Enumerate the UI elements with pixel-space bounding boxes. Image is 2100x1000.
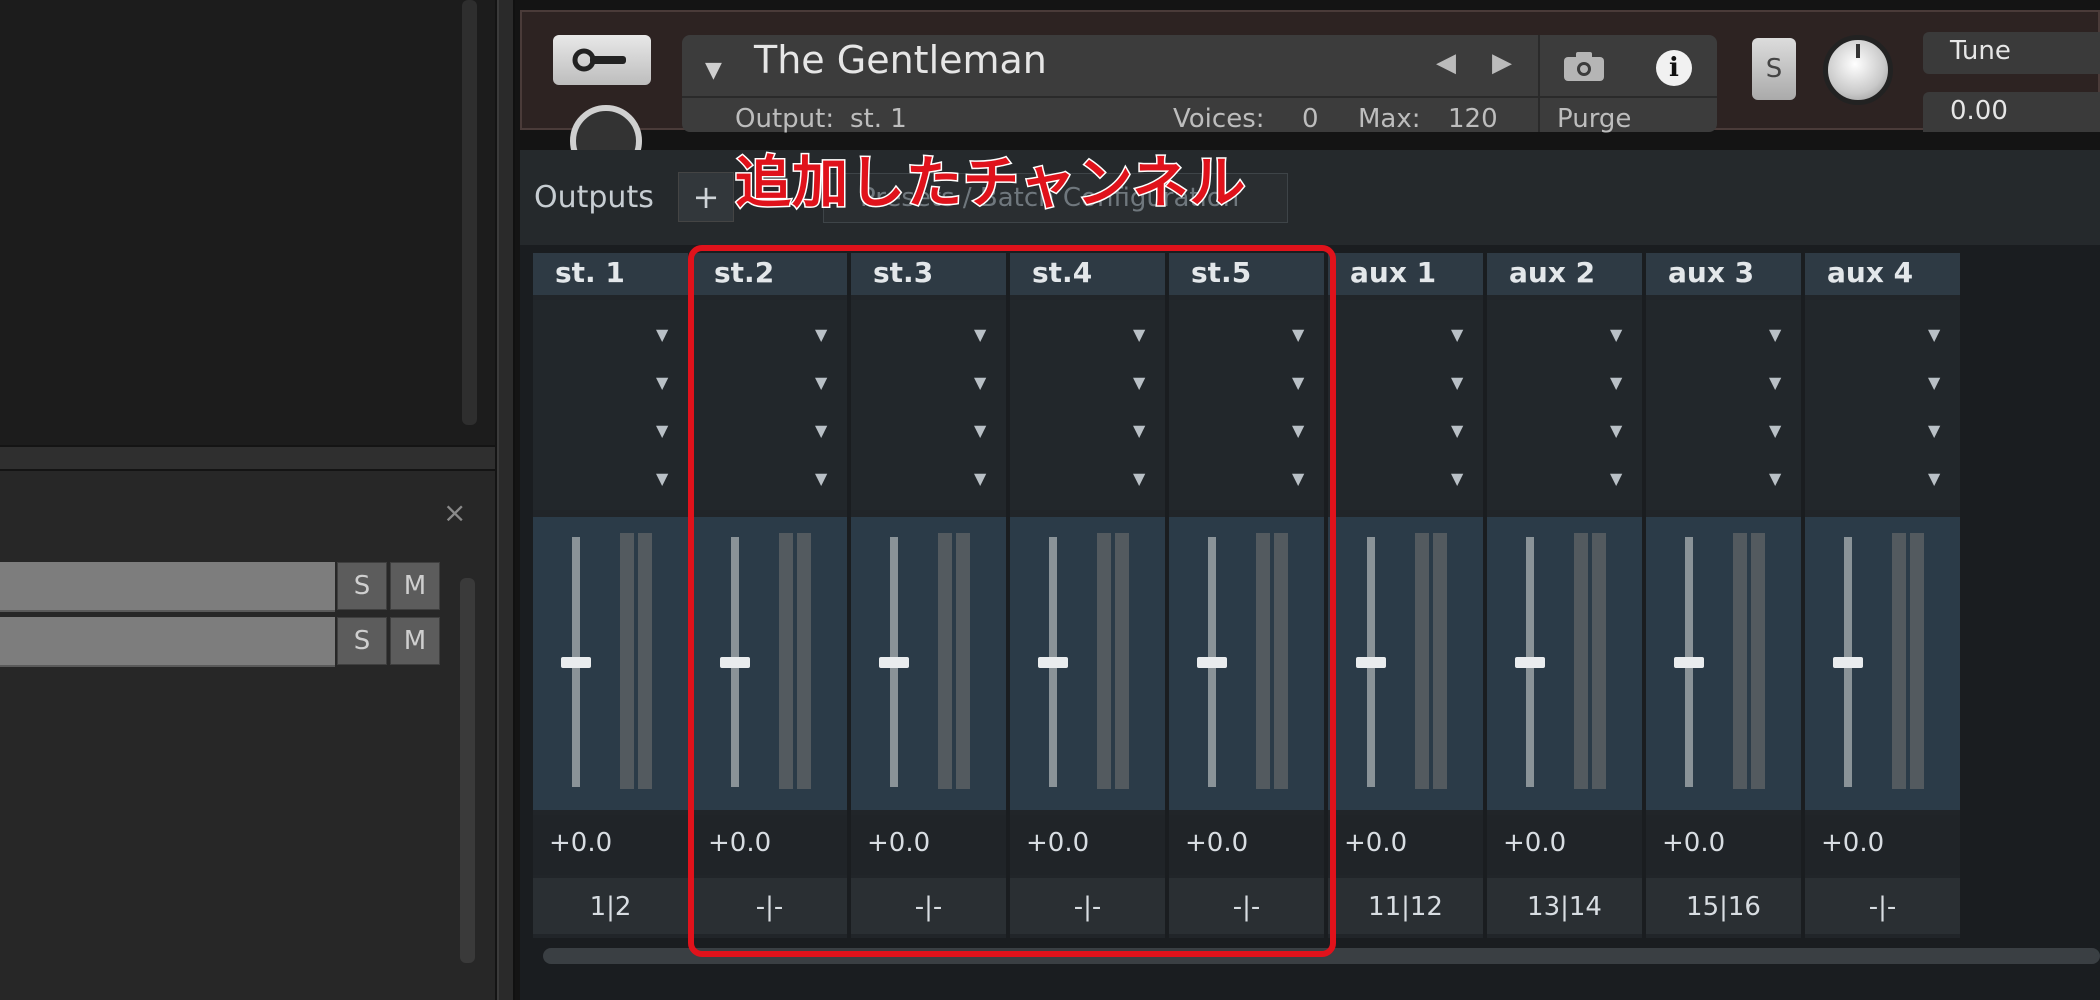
- chevron-down-icon[interactable]: ▼: [1451, 325, 1463, 344]
- fader-area: [1805, 517, 1960, 810]
- tune-knob-indicator: [1856, 44, 1860, 58]
- fader-handle[interactable]: [1674, 657, 1704, 668]
- separator: [1538, 35, 1540, 132]
- left-top-panel: [0, 0, 495, 445]
- routing-value[interactable]: 11|12: [1328, 892, 1483, 922]
- output-value[interactable]: st. 1: [850, 104, 907, 134]
- instrument-title[interactable]: The Gentleman: [754, 38, 1047, 82]
- highlight-box: [688, 245, 1336, 957]
- panel-splitter[interactable]: [0, 447, 495, 469]
- chevron-down-icon[interactable]: ▼: [1928, 421, 1940, 440]
- level-meter-left: [620, 533, 634, 789]
- chevron-down-icon[interactable]: ▼: [1610, 373, 1622, 392]
- fader-handle[interactable]: [1356, 657, 1386, 668]
- wrench-icon[interactable]: [553, 35, 651, 85]
- chevron-down-icon[interactable]: ▼: [1928, 373, 1940, 392]
- fader-area: [1487, 517, 1642, 810]
- channel-name[interactable]: aux 2: [1509, 256, 1595, 289]
- info-icon[interactable]: i: [1656, 50, 1692, 86]
- fader-area: [1646, 517, 1801, 810]
- chevron-down-icon[interactable]: ▼: [656, 373, 668, 392]
- left-top-scrollbar[interactable]: [462, 0, 477, 425]
- chevron-down-icon[interactable]: ▼: [1610, 325, 1622, 344]
- track-row-2[interactable]: [0, 617, 335, 667]
- mute-button-2[interactable]: M: [390, 617, 440, 665]
- routing-value[interactable]: 13|14: [1487, 892, 1642, 922]
- fader-handle[interactable]: [561, 657, 591, 668]
- routing-value[interactable]: -|-: [1805, 892, 1960, 922]
- outputs-label: Outputs: [534, 180, 654, 215]
- level-meter-right: [1751, 533, 1765, 789]
- output-label: Output:: [735, 104, 835, 134]
- chevron-down-icon[interactable]: ▼: [1928, 325, 1940, 344]
- solo-button[interactable]: S: [1752, 38, 1796, 100]
- solo-button-1[interactable]: S: [337, 562, 387, 610]
- level-meter-right: [1910, 533, 1924, 789]
- vertical-divider[interactable]: [497, 0, 515, 1000]
- chevron-down-icon[interactable]: ▼: [1769, 469, 1781, 488]
- purge-button[interactable]: Purge: [1557, 104, 1631, 134]
- channel-name[interactable]: st. 1: [555, 256, 625, 289]
- level-meter-left: [1892, 533, 1906, 789]
- chevron-down-icon[interactable]: ▼: [1769, 373, 1781, 392]
- chevron-down-icon[interactable]: ▼: [1610, 469, 1622, 488]
- fader-handle[interactable]: [1515, 657, 1545, 668]
- chevron-down-icon[interactable]: ▼: [1451, 469, 1463, 488]
- chevron-down-icon[interactable]: ▼: [656, 325, 668, 344]
- volume-value[interactable]: +0.0: [549, 828, 612, 858]
- channel-name[interactable]: aux 3: [1668, 256, 1754, 289]
- chevron-down-icon[interactable]: ▼: [1928, 469, 1940, 488]
- level-meter-right: [1433, 533, 1447, 789]
- channel-name[interactable]: aux 4: [1827, 256, 1913, 289]
- voices-value: 0: [1302, 104, 1319, 134]
- channel-name[interactable]: aux 1: [1350, 256, 1436, 289]
- chevron-down-icon[interactable]: ▼: [656, 469, 668, 488]
- track-row-1[interactable]: [0, 562, 335, 612]
- level-meter-left: [1733, 533, 1747, 789]
- level-meter-right: [638, 533, 652, 789]
- chevron-down-icon[interactable]: ▼: [1610, 421, 1622, 440]
- voices-label: Voices:: [1173, 104, 1265, 134]
- left-bottom-panel: [0, 471, 495, 1000]
- annotation-label: 追加したチャンネル: [733, 150, 1247, 218]
- add-channel-button[interactable]: +: [678, 172, 734, 222]
- level-meter-right: [1592, 533, 1606, 789]
- wrench-icon-glyph: [572, 48, 626, 72]
- left-bottom-scrollbar[interactable]: [460, 578, 475, 963]
- chevron-down-icon[interactable]: ▼: [1769, 421, 1781, 440]
- routing-value[interactable]: 1|2: [533, 892, 688, 922]
- routing-value[interactable]: 15|16: [1646, 892, 1801, 922]
- chevron-down-icon[interactable]: ▼: [1769, 325, 1781, 344]
- chevron-down-icon[interactable]: ▼: [705, 58, 722, 83]
- close-icon[interactable]: ×: [443, 496, 466, 529]
- tune-label: Tune: [1950, 36, 2011, 66]
- chevron-down-icon[interactable]: ▼: [1451, 373, 1463, 392]
- volume-value[interactable]: +0.0: [1344, 828, 1407, 858]
- fader-area: [533, 517, 688, 810]
- tune-value[interactable]: 0.00: [1950, 96, 2008, 126]
- camera-icon[interactable]: [1562, 50, 1606, 82]
- level-meter-left: [1574, 533, 1588, 789]
- max-value[interactable]: 120: [1448, 104, 1498, 134]
- fader-handle[interactable]: [1833, 657, 1863, 668]
- mute-button-1[interactable]: M: [390, 562, 440, 610]
- previous-arrow-icon[interactable]: ◀: [1436, 48, 1456, 78]
- separator: [682, 96, 1717, 98]
- chevron-down-icon[interactable]: ▼: [656, 421, 668, 440]
- volume-value[interactable]: +0.0: [1662, 828, 1725, 858]
- max-label: Max:: [1358, 104, 1421, 134]
- level-meter-left: [1415, 533, 1429, 789]
- volume-value[interactable]: +0.0: [1821, 828, 1884, 858]
- next-arrow-icon[interactable]: ▶: [1492, 48, 1512, 78]
- fader-area: [1328, 517, 1483, 810]
- chevron-down-icon[interactable]: ▼: [1451, 421, 1463, 440]
- volume-value[interactable]: +0.0: [1503, 828, 1566, 858]
- solo-button-2[interactable]: S: [337, 617, 387, 665]
